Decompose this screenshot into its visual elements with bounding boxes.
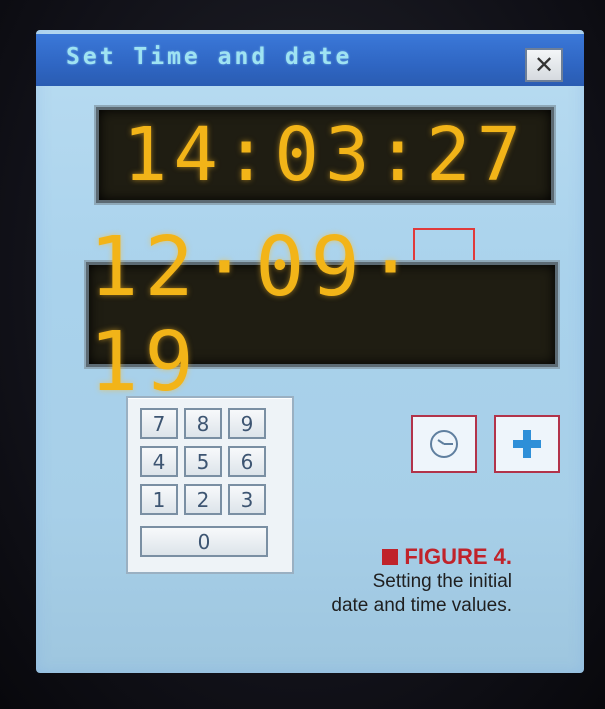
key-8[interactable]: 8 bbox=[184, 408, 222, 439]
time-value: 14:03:27 bbox=[122, 112, 528, 198]
key-0[interactable]: 0 bbox=[140, 526, 268, 557]
key-3[interactable]: 3 bbox=[228, 484, 266, 515]
dialog-title: Set Time and date bbox=[66, 44, 353, 70]
close-button[interactable]: ✕ bbox=[525, 48, 563, 82]
add-button[interactable] bbox=[494, 415, 560, 473]
figure-label: FIGURE 4. bbox=[404, 544, 512, 569]
plus-icon bbox=[513, 430, 541, 458]
figure-caption: FIGURE 4. Setting the initial date and t… bbox=[331, 544, 512, 618]
key-5[interactable]: 5 bbox=[184, 446, 222, 477]
key-7[interactable]: 7 bbox=[140, 408, 178, 439]
clock-button[interactable] bbox=[411, 415, 477, 473]
key-9[interactable]: 9 bbox=[228, 408, 266, 439]
numeric-keypad: 7 8 9 4 5 6 1 2 3 0 bbox=[126, 396, 294, 574]
title-bar: Set Time and date ✕ bbox=[36, 34, 584, 86]
key-2[interactable]: 2 bbox=[184, 484, 222, 515]
dialog-window: Set Time and date ✕ 14:03:27 12·09· 19 7… bbox=[36, 30, 584, 673]
caption-line-2: date and time values. bbox=[331, 595, 512, 616]
date-display[interactable]: 12·09· 19 bbox=[86, 220, 558, 410]
time-display[interactable]: 14:03:27 bbox=[96, 107, 554, 203]
caption-line-1: Setting the initial bbox=[372, 571, 512, 592]
key-4[interactable]: 4 bbox=[140, 446, 178, 477]
date-value: 12·09· 19 bbox=[89, 219, 422, 410]
key-6[interactable]: 6 bbox=[228, 446, 266, 477]
clock-icon bbox=[430, 430, 458, 458]
close-icon: ✕ bbox=[533, 51, 555, 79]
caption-square-icon bbox=[382, 549, 399, 565]
key-1[interactable]: 1 bbox=[140, 484, 178, 515]
figure-heading: FIGURE 4. bbox=[331, 544, 512, 570]
